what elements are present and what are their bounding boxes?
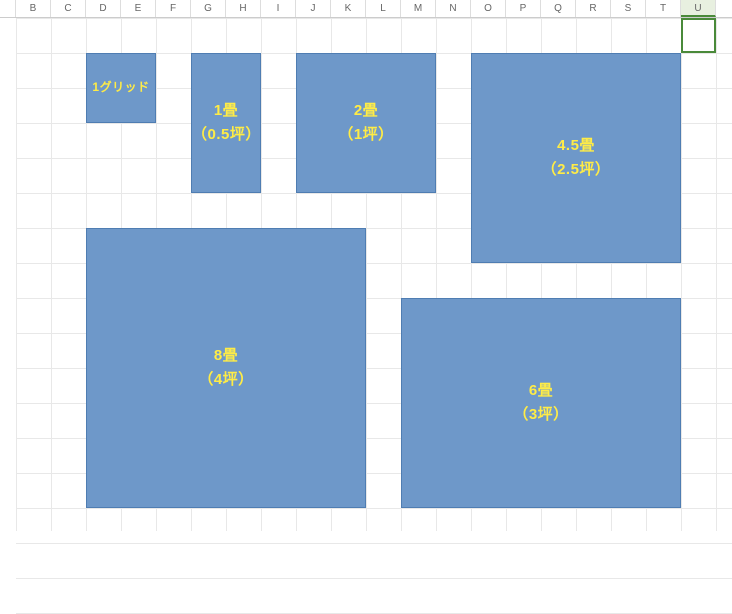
col-header-J[interactable]: J xyxy=(296,0,331,17)
col-header-L[interactable]: L xyxy=(366,0,401,17)
col-header-K[interactable]: K xyxy=(331,0,366,17)
col-header-P[interactable]: P xyxy=(506,0,541,17)
box-2jo: 2畳 （1坪） xyxy=(296,53,436,193)
col-header-G[interactable]: G xyxy=(191,0,226,17)
spreadsheet-canvas: BCDEFGHIJKLMNOPQRSTU 1グリッド 1畳 （0.5坪） 2畳 … xyxy=(0,0,732,531)
col-header-C[interactable]: C xyxy=(51,0,86,17)
col-header-B[interactable]: B xyxy=(16,0,51,17)
column-header-row: BCDEFGHIJKLMNOPQRSTU xyxy=(0,0,732,18)
col-header-I[interactable]: I xyxy=(261,0,296,17)
col-header-T[interactable]: T xyxy=(646,0,681,17)
col-header-N[interactable]: N xyxy=(436,0,471,17)
box-sublabel: （4坪） xyxy=(198,368,253,392)
box-sublabel: （0.5坪） xyxy=(192,123,260,147)
box-label: 1畳 xyxy=(214,99,238,123)
box-label: 1グリッド xyxy=(92,78,149,97)
col-header-Q[interactable]: Q xyxy=(541,0,576,17)
col-header-F[interactable]: F xyxy=(156,0,191,17)
col-header-D[interactable]: D xyxy=(86,0,121,17)
col-header-H[interactable]: H xyxy=(226,0,261,17)
box-label: 8畳 xyxy=(214,344,238,368)
box-8jo: 8畳 （4坪） xyxy=(86,228,366,508)
corner-cell xyxy=(0,0,16,17)
box-1grid: 1グリッド xyxy=(86,53,156,123)
box-1jo: 1畳 （0.5坪） xyxy=(191,53,261,193)
box-label: 4.5畳 xyxy=(557,134,595,158)
col-header-R[interactable]: R xyxy=(576,0,611,17)
col-header-O[interactable]: O xyxy=(471,0,506,17)
box-sublabel: （2.5坪） xyxy=(542,158,611,182)
col-header-E[interactable]: E xyxy=(121,0,156,17)
box-sublabel: （1坪） xyxy=(338,123,393,147)
col-header-U[interactable]: U xyxy=(681,0,716,17)
col-header-S[interactable]: S xyxy=(611,0,646,17)
box-label: 2畳 xyxy=(354,99,378,123)
col-header-M[interactable]: M xyxy=(401,0,436,17)
grid-area[interactable]: 1グリッド 1畳 （0.5坪） 2畳 （1坪） 4.5畳 （2.5坪） 8畳 （… xyxy=(16,18,732,531)
box-4-5jo: 4.5畳 （2.5坪） xyxy=(471,53,681,263)
box-sublabel: （3坪） xyxy=(513,403,568,427)
box-label: 6畳 xyxy=(529,379,553,403)
box-6jo: 6畳 （3坪） xyxy=(401,298,681,508)
